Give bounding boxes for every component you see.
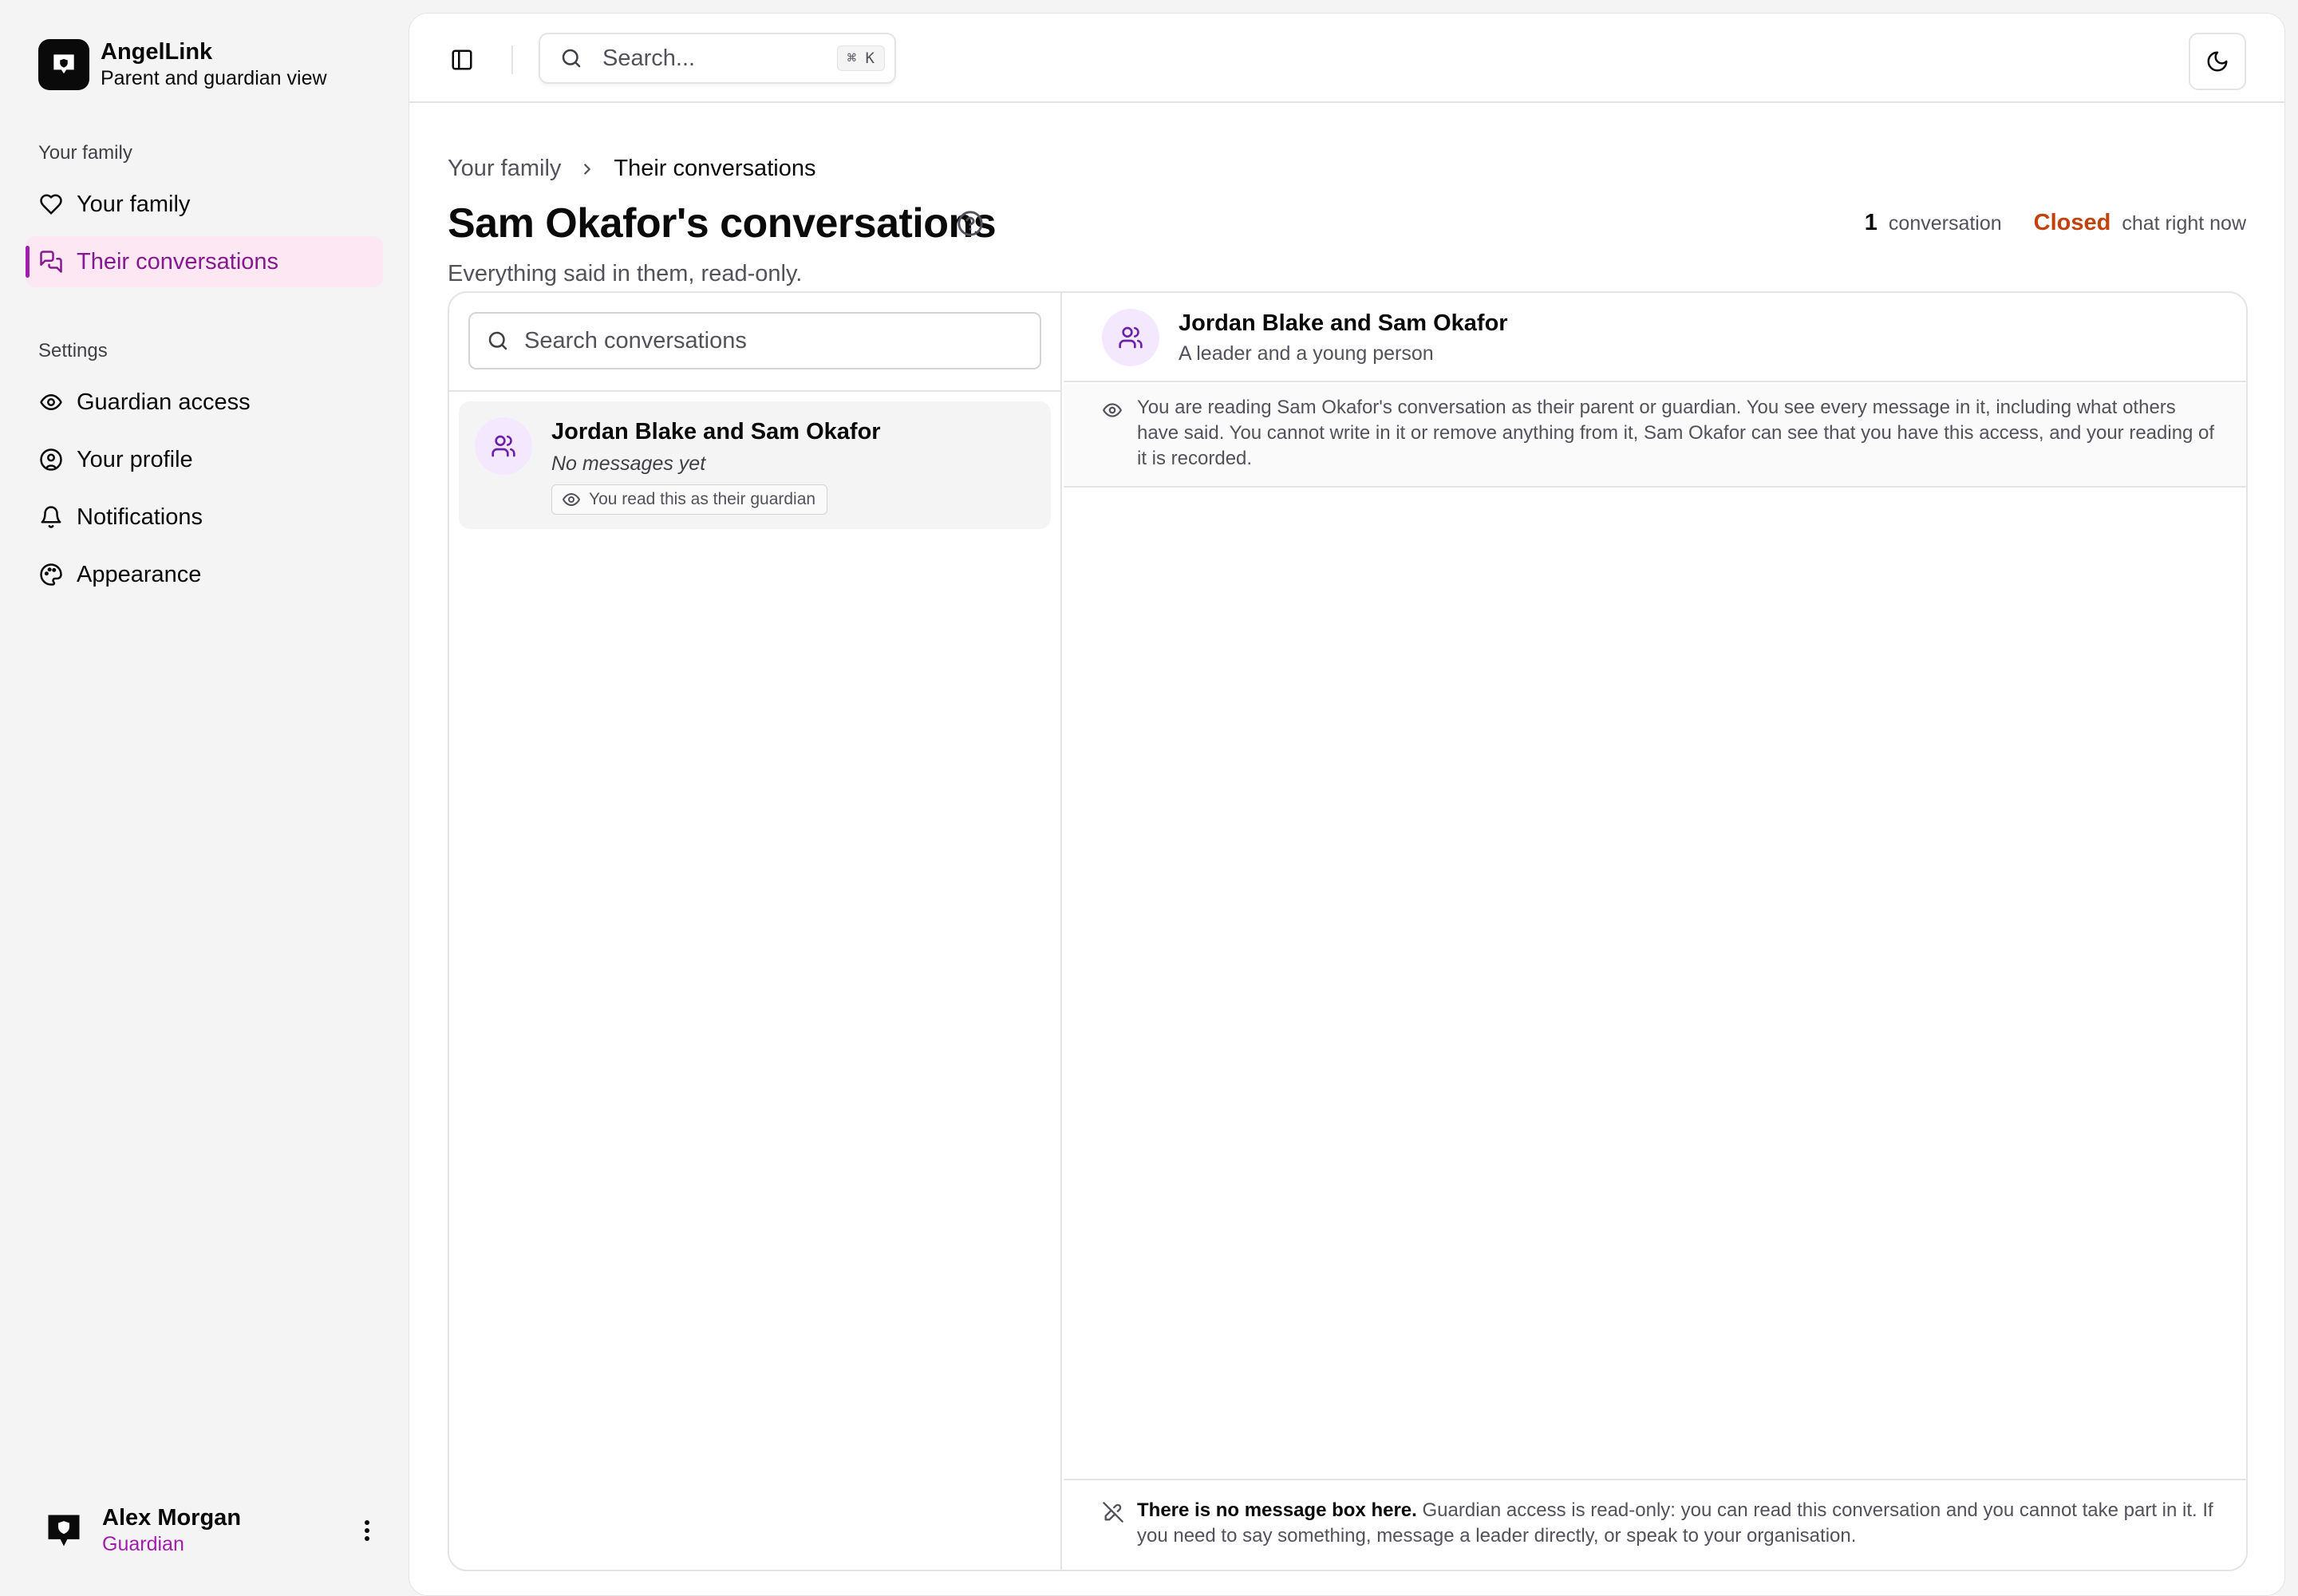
- search-icon: [486, 329, 510, 353]
- sidebar-item-label: Appearance: [77, 561, 202, 587]
- chat-status: Closed: [2033, 210, 2111, 235]
- sidebar-item-appearance[interactable]: Appearance: [26, 549, 383, 600]
- nav-group-settings: Settings: [38, 340, 108, 361]
- brand-subtitle: Parent and guardian view: [101, 67, 327, 89]
- conversation-header-title: Jordan Blake and Sam Okafor: [1179, 310, 1508, 336]
- list-item[interactable]: Jordan Blake and Sam Okafor No messages …: [459, 401, 1051, 529]
- messages-icon: [38, 249, 64, 275]
- sidebar-item-label: Guardian access: [77, 389, 251, 415]
- list-search-area: Search conversations: [449, 293, 1060, 392]
- topbar-divider: [511, 45, 513, 74]
- sidebar-item-label: Notifications: [77, 504, 203, 530]
- conversation-count-label: conversation: [1888, 212, 2002, 235]
- more-vertical-icon[interactable]: [351, 1513, 383, 1548]
- user-role: Guardian: [102, 1533, 184, 1555]
- shortcut-badge: ⌘ K: [836, 45, 885, 71]
- brand-logo-icon: [38, 39, 89, 90]
- main-panel: Search... ⌘ K Your family Their conversa…: [409, 13, 2285, 1596]
- panel-left-icon: [450, 48, 474, 72]
- global-search-input[interactable]: Search... ⌘ K: [539, 33, 896, 84]
- avatar: [38, 1505, 89, 1556]
- user-name: Alex Morgan: [102, 1505, 242, 1531]
- conversation-search-input[interactable]: Search conversations: [468, 312, 1041, 369]
- eye-icon: [563, 493, 580, 506]
- theme-toggle-button[interactable]: [2189, 33, 2246, 90]
- guardian-notice-text: You are reading Sam Okafor's conversatio…: [1137, 397, 2215, 469]
- sidebar-item-your-family[interactable]: Your family: [26, 179, 383, 230]
- help-circle-icon[interactable]: [957, 210, 984, 237]
- breadcrumb: Your family Their conversations: [448, 156, 815, 182]
- page-subtitle: Everything said in them, read-only.: [448, 261, 803, 286]
- conversation-search-placeholder: Search conversations: [524, 327, 747, 354]
- no-message-box-notice: There is no message box here. Guardian a…: [1064, 1479, 2246, 1570]
- eye-icon: [38, 389, 64, 415]
- sidebar-item-label: Your profile: [77, 446, 193, 472]
- page-title: Sam Okafor's conversations: [448, 200, 997, 247]
- heart-icon: [38, 192, 64, 217]
- bell-icon: [38, 504, 64, 530]
- conversation-header: Jordan Blake and Sam Okafor A leader and…: [1064, 293, 2246, 382]
- page-stats: 1 conversation Closed chat right now: [1865, 210, 2246, 236]
- user-card[interactable]: Alex Morgan Guardian: [38, 1502, 383, 1559]
- users-icon: [1102, 309, 1159, 366]
- pen-off-icon: [1102, 1501, 1124, 1523]
- moon-icon: [2205, 49, 2229, 73]
- sidebar: AngelLink Parent and guardian view Your …: [0, 0, 409, 1596]
- conversation-count: 1: [1864, 210, 1877, 235]
- users-icon: [475, 417, 532, 475]
- brand-name: AngelLink: [101, 39, 213, 65]
- sidebar-item-their-conversations[interactable]: Their conversations: [26, 236, 383, 287]
- nav-group-your-family: Your family: [38, 142, 132, 164]
- topbar: Search... ⌘ K: [409, 14, 2284, 103]
- search-icon: [559, 46, 583, 70]
- sidebar-item-your-profile[interactable]: Your profile: [26, 434, 383, 485]
- conversation-list: Search conversations Jordan Blake and Sa…: [449, 293, 1062, 1570]
- chevron-right-icon: [578, 160, 596, 178]
- no-message-box-heading: There is no message box here.: [1137, 1499, 1417, 1521]
- eye-icon: [1102, 400, 1123, 421]
- palette-icon: [38, 562, 64, 587]
- breadcrumb-current: Their conversations: [614, 156, 816, 181]
- conversation-title: Jordan Blake and Sam Okafor: [551, 419, 881, 444]
- sidebar-item-label: Your family: [77, 191, 191, 217]
- guardian-read-badge-label: You read this as their guardian: [589, 490, 816, 508]
- conversation-preview: No messages yet: [551, 452, 706, 475]
- breadcrumb-your-family[interactable]: Your family: [448, 156, 561, 182]
- user-circle-icon: [38, 447, 64, 472]
- no-message-box-text: There is no message box here. Guardian a…: [1137, 1498, 2230, 1549]
- conversation-header-subtitle: A leader and a young person: [1179, 342, 1434, 365]
- brand[interactable]: AngelLink Parent and guardian view: [38, 38, 327, 91]
- search-placeholder: Search...: [602, 45, 696, 71]
- sidebar-item-notifications[interactable]: Notifications: [26, 492, 383, 543]
- sidebar-toggle-button[interactable]: [444, 42, 480, 77]
- guardian-notice: You are reading Sam Okafor's conversatio…: [1064, 384, 2246, 488]
- guardian-read-badge: You read this as their guardian: [551, 484, 828, 515]
- sidebar-item-label: Their conversations: [77, 248, 279, 275]
- chat-status-label: chat right now: [2122, 212, 2246, 235]
- conversations-panel: Search conversations Jordan Blake and Sa…: [448, 291, 2248, 1571]
- conversation-detail: Jordan Blake and Sam Okafor A leader and…: [1064, 293, 2246, 1570]
- sidebar-item-guardian-access[interactable]: Guardian access: [26, 377, 383, 428]
